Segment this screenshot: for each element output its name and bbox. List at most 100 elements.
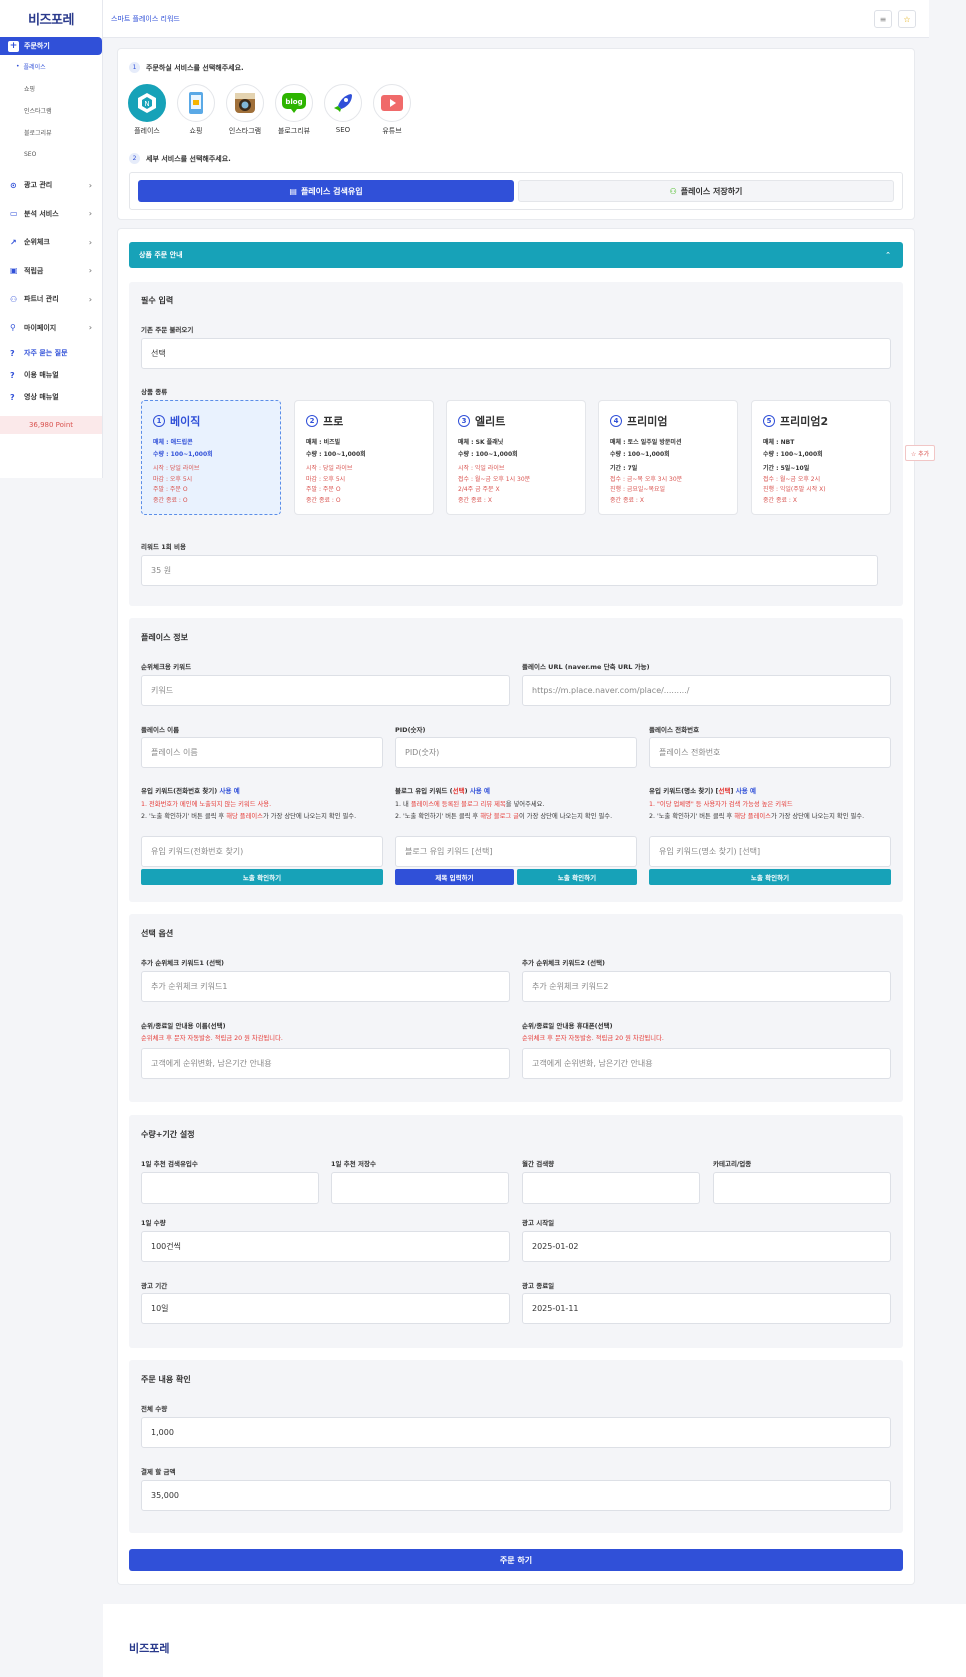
sidebar-sub-place[interactable]: 플레이스 [0, 55, 102, 77]
users-icon: ⚇ [10, 294, 18, 304]
product-card-elite[interactable]: 3 엘리트 매체 : SK 플래닛 수량 : 100~1,000회 시작 : 익일… [446, 400, 586, 515]
place-name-input[interactable]: 플레이스 이름 [141, 737, 383, 768]
place-phone-label: 플레이스 전화번호 [649, 726, 700, 734]
monthly-search-label: 월간 검색량 [522, 1160, 555, 1168]
add-favorite-button[interactable]: ☆ 추가 [905, 445, 935, 461]
blog-keyword-input[interactable]: 블로그 유입 키워드 [선택] [395, 836, 637, 867]
sidebar-sub-blog[interactable]: 블로그리뷰 [0, 121, 102, 143]
service-blog[interactable]: blog 블로그리뷰 [275, 84, 313, 136]
extra-keyword1-input[interactable]: 추가 순위체크 키워드1 [141, 971, 510, 1002]
service-youtube[interactable]: 유튜브 [373, 84, 411, 136]
place-icon: N [128, 84, 166, 122]
place-phone-input[interactable]: 플레이스 전화번호 [649, 737, 891, 768]
section-title-place: 플레이스 정보 [141, 633, 188, 642]
place-url-input[interactable]: https://m.place.naver.com/place/........… [522, 675, 891, 706]
ad-period-label: 광고 기간 [141, 1282, 168, 1290]
menu-icon[interactable]: ≡ [874, 10, 892, 28]
rocket-icon [324, 84, 362, 122]
sidebar-item-ads[interactable]: ⊙ 광고 관리 › [0, 171, 102, 200]
sidebar-item-mypage[interactable]: ⚲ 마이페이지 › [0, 314, 102, 343]
order-button[interactable]: 주문 하기 [129, 1549, 903, 1571]
enter-title-button[interactable]: 제목 입력하기 [395, 869, 514, 885]
usage-example-link[interactable]: 사용 예 [736, 787, 756, 795]
chevron-right-icon: › [88, 323, 92, 333]
landmark-keyword-label: 유입 키워드(명소 찾기) [선택] 사용 예 [649, 787, 756, 795]
place-name-label: 플레이스 이름 [141, 726, 180, 734]
sidebar-sub-seo[interactable]: SEO [0, 143, 102, 165]
tab-place-save[interactable]: ⚇ 플레이스 저장하기 [518, 180, 894, 202]
sidebar-item-rank[interactable]: ↗ 순위체크 › [0, 228, 102, 257]
sidebar-item-points[interactable]: ▣ 적립금 › [0, 257, 102, 286]
rank-keyword-input[interactable]: 키워드 [141, 675, 510, 706]
star-icon[interactable]: ☆ [898, 10, 916, 28]
blog-keyword-note: 1. 내 플레이스에 등록된 블로그 리뷰 제목을 넣어주세요. 2. '노출 … [395, 801, 613, 820]
section-title-options: 선택 옵션 [141, 929, 174, 938]
product-card-premium[interactable]: 4 프리미엄 매체 : 토스 일주일 방문미션 수량 : 100~1,000회 기… [598, 400, 738, 515]
extra-keyword2-input[interactable]: 추가 순위체크 키워드2 [522, 971, 891, 1002]
question-icon: ? [10, 370, 15, 380]
footer-logo: 비즈포레 [129, 1642, 170, 1655]
chevron-right-icon: › [88, 180, 92, 190]
sidebar-link-manual[interactable]: ? 이용 매뉴얼 [0, 364, 102, 386]
service-instagram[interactable]: 인스타그램 [226, 84, 264, 136]
service-place[interactable]: N 플레이스 [128, 84, 166, 136]
sidebar-item-analysis[interactable]: ▭ 분석 서비스 › [0, 200, 102, 229]
landmark-keyword-input[interactable]: 유입 키워드(명소 찾기) [선택] [649, 836, 891, 867]
service-seo[interactable]: SEO [324, 84, 362, 134]
guide-header[interactable]: 상품 주문 안내 ⌃ [129, 242, 903, 268]
youtube-icon [373, 84, 411, 122]
product-card-basic[interactable]: 1 베이직 매체 : 애드립콘 수량 : 100~1,000회 시작 : 당일 라… [141, 400, 281, 515]
service-shopping[interactable]: 쇼핑 [177, 84, 215, 136]
reward-cost-field: 35 원 [141, 555, 878, 586]
pay-amount-field: 35,000 [141, 1480, 891, 1511]
extra-keyword1-label: 추가 순위체크 키워드1 (선택) [141, 959, 225, 967]
ad-icon: ⊙ [10, 180, 17, 190]
section-title-quantity: 수량+기간 설정 [141, 1130, 195, 1139]
daily-search-label: 1일 추천 검색유입수 [141, 1160, 198, 1168]
chevron-up-icon: ⌃ [885, 251, 891, 259]
monthly-search-field [522, 1172, 700, 1204]
daily-qty-label: 1일 수량 [141, 1219, 166, 1227]
ad-end-field: 2025-01-11 [522, 1293, 891, 1324]
points-badge: 36,980 Point [0, 416, 102, 434]
usage-example-link[interactable]: 사용 예 [470, 787, 490, 795]
sidebar-item-partner[interactable]: ⚇ 파트너 관리 › [0, 285, 102, 314]
check-exposure-button-3[interactable]: 노출 확인하기 [649, 869, 891, 885]
check-exposure-button-1[interactable]: 노출 확인하기 [141, 869, 383, 885]
daily-search-field [141, 1172, 319, 1204]
sidebar-sub-shopping[interactable]: 쇼핑 [0, 77, 102, 99]
topbar: 스마트 플레이스 리워드 [103, 0, 929, 38]
load-order-select[interactable]: 선택 [141, 338, 891, 369]
ad-period-select[interactable]: 10일 [141, 1293, 510, 1324]
trend-icon: ↗ [10, 237, 17, 247]
user-icon: ⚲ [10, 323, 16, 333]
inflow-keyword-phone-input[interactable]: 유입 키워드(전화번호 찾기) [141, 836, 383, 867]
page-title: 스마트 플레이스 리워드 [111, 14, 180, 23]
pid-input[interactable]: PID(숫자) [395, 737, 637, 768]
notice-phone-input[interactable]: 고객에게 순위변화, 남은기간 안내용 [522, 1048, 891, 1079]
product-card-premium2[interactable]: 5 프리미엄2 매체 : NBT 수량 : 100~1,000회 기간 : 5일~… [751, 400, 891, 515]
sidebar-item-order[interactable]: + 주문하기 [0, 37, 102, 55]
monitor-icon: ▭ [10, 209, 18, 219]
logo[interactable]: 비즈포레 [0, 0, 102, 36]
reward-cost-label: 리워드 1회 비용 [141, 543, 186, 551]
sidebar-link-video[interactable]: ? 영상 매뉴얼 [0, 386, 102, 408]
daily-save-label: 1일 추천 저장수 [331, 1160, 376, 1168]
landmark-keyword-note: 1. "이당 업체명" 등 사용자가 검색 가능성 높은 키워드 2. '노출 … [649, 801, 865, 820]
sidebar-sub-instagram[interactable]: 인스타그램 [0, 99, 102, 121]
pid-label: PID(숫자) [395, 726, 426, 734]
check-exposure-button-2[interactable]: 노출 확인하기 [517, 869, 637, 885]
sidebar-link-faq[interactable]: ? 자주 묻는 질문 [0, 342, 102, 364]
ad-start-input[interactable]: 2025-01-02 [522, 1231, 891, 1262]
total-qty-field: 1,000 [141, 1417, 891, 1448]
product-card-pro[interactable]: 2 프로 매체 : 비즈빌 수량 : 100~1,000회 시작 : 당일 라이브… [294, 400, 434, 515]
notice-name-input[interactable]: 고객에게 순위변화, 남은기간 안내용 [141, 1048, 510, 1079]
blog-icon: blog [275, 84, 313, 122]
notice-name-note: 순위체크 후 문자 자동발송. 적립금 20 원 차감됩니다. [141, 1035, 283, 1042]
chevron-right-icon: › [88, 237, 92, 247]
camera-icon [226, 84, 264, 122]
notice-phone-note: 순위체크 후 문자 자동발송. 적립금 20 원 차감됩니다. [522, 1035, 664, 1042]
daily-qty-select[interactable]: 100건씩 [141, 1231, 510, 1262]
tab-place-search[interactable]: ▤ 플레이스 검색유입 [138, 180, 514, 202]
usage-example-link[interactable]: 사용 예 [220, 787, 240, 795]
